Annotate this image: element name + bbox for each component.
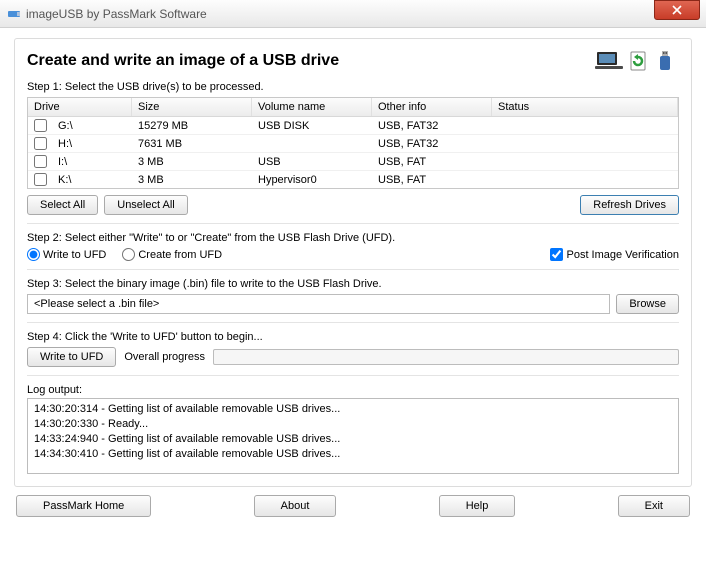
close-button[interactable] bbox=[654, 0, 700, 20]
cell-volume: USB DISK bbox=[252, 117, 372, 134]
step2-label: Step 2: Select either "Write" to or "Cre… bbox=[27, 232, 679, 244]
write-to-ufd-radio[interactable]: Write to UFD bbox=[27, 248, 106, 261]
close-icon bbox=[672, 5, 682, 15]
about-button[interactable]: About bbox=[254, 495, 337, 517]
write-to-ufd-button[interactable]: Write to UFD bbox=[27, 347, 116, 367]
col-status[interactable]: Status bbox=[492, 98, 678, 116]
col-drive[interactable]: Drive bbox=[28, 98, 132, 116]
refresh-icon bbox=[627, 49, 651, 73]
main-panel: Create and write an image of a USB drive… bbox=[14, 38, 692, 487]
post-verify-label: Post Image Verification bbox=[566, 249, 679, 261]
log-output[interactable]: 14:30:20:314 - Getting list of available… bbox=[27, 398, 679, 474]
passmark-home-button[interactable]: PassMark Home bbox=[16, 495, 151, 517]
cell-drive: G:\ bbox=[52, 117, 132, 134]
cell-size: 3 MB bbox=[132, 153, 252, 170]
cell-status bbox=[492, 153, 678, 170]
table-header: Drive Size Volume name Other info Status bbox=[28, 98, 678, 117]
cell-drive: K:\ bbox=[52, 171, 132, 188]
cell-drive: I:\ bbox=[52, 153, 132, 170]
cell-volume: Hypervisor0 bbox=[252, 171, 372, 188]
table-row[interactable]: I:\3 MBUSBUSB, FAT bbox=[28, 153, 678, 171]
progress-label: Overall progress bbox=[124, 351, 205, 363]
refresh-drives-button[interactable]: Refresh Drives bbox=[580, 195, 679, 215]
header-icons bbox=[595, 49, 679, 73]
cell-status bbox=[492, 117, 678, 134]
step1-label: Step 1: Select the USB drive(s) to be pr… bbox=[27, 81, 679, 93]
cell-info: USB, FAT bbox=[372, 153, 492, 170]
cell-info: USB, FAT32 bbox=[372, 117, 492, 134]
cell-status bbox=[492, 135, 678, 152]
create-from-ufd-radio[interactable]: Create from UFD bbox=[122, 248, 222, 261]
footer-buttons: PassMark Home About Help Exit bbox=[14, 495, 692, 517]
col-size[interactable]: Size bbox=[132, 98, 252, 116]
cell-info: USB, FAT bbox=[372, 171, 492, 188]
write-radio-label: Write to UFD bbox=[43, 249, 106, 261]
col-info[interactable]: Other info bbox=[372, 98, 492, 116]
post-verify-checkbox[interactable]: Post Image Verification bbox=[550, 248, 679, 261]
col-volume[interactable]: Volume name bbox=[252, 98, 372, 116]
cell-volume: USB bbox=[252, 153, 372, 170]
cell-status bbox=[492, 171, 678, 188]
cell-size: 3 MB bbox=[132, 171, 252, 188]
select-all-button[interactable]: Select All bbox=[27, 195, 98, 215]
table-row[interactable]: G:\15279 MBUSB DISKUSB, FAT32 bbox=[28, 117, 678, 135]
step4-label: Step 4: Click the 'Write to UFD' button … bbox=[27, 331, 679, 343]
file-path-input[interactable] bbox=[27, 294, 610, 314]
titlebar: imageUSB by PassMark Software bbox=[0, 0, 706, 28]
usb-icon bbox=[655, 49, 679, 73]
exit-button[interactable]: Exit bbox=[618, 495, 690, 517]
create-radio-label: Create from UFD bbox=[138, 249, 222, 261]
table-row[interactable]: H:\7631 MB USB, FAT32 bbox=[28, 135, 678, 153]
window-title: imageUSB by PassMark Software bbox=[26, 7, 654, 21]
cell-info: USB, FAT32 bbox=[372, 135, 492, 152]
cell-volume bbox=[252, 135, 372, 152]
page-title: Create and write an image of a USB drive bbox=[27, 52, 595, 70]
progress-bar bbox=[213, 349, 679, 365]
cell-size: 7631 MB bbox=[132, 135, 252, 152]
help-button[interactable]: Help bbox=[439, 495, 516, 517]
table-row[interactable]: K:\3 MBHypervisor0USB, FAT bbox=[28, 171, 678, 188]
app-icon bbox=[6, 6, 22, 22]
drive-checkbox[interactable] bbox=[34, 155, 47, 168]
log-label: Log output: bbox=[27, 384, 679, 396]
create-radio-input[interactable] bbox=[122, 248, 135, 261]
write-radio-input[interactable] bbox=[27, 248, 40, 261]
post-verify-input[interactable] bbox=[550, 248, 563, 261]
drive-checkbox[interactable] bbox=[34, 173, 47, 186]
drive-table: Drive Size Volume name Other info Status… bbox=[27, 97, 679, 189]
step3-label: Step 3: Select the binary image (.bin) f… bbox=[27, 278, 679, 290]
computer-icon bbox=[595, 49, 623, 73]
unselect-all-button[interactable]: Unselect All bbox=[104, 195, 187, 215]
drive-checkbox[interactable] bbox=[34, 137, 47, 150]
cell-size: 15279 MB bbox=[132, 117, 252, 134]
cell-drive: H:\ bbox=[52, 135, 132, 152]
browse-button[interactable]: Browse bbox=[616, 294, 679, 314]
drive-checkbox[interactable] bbox=[34, 119, 47, 132]
